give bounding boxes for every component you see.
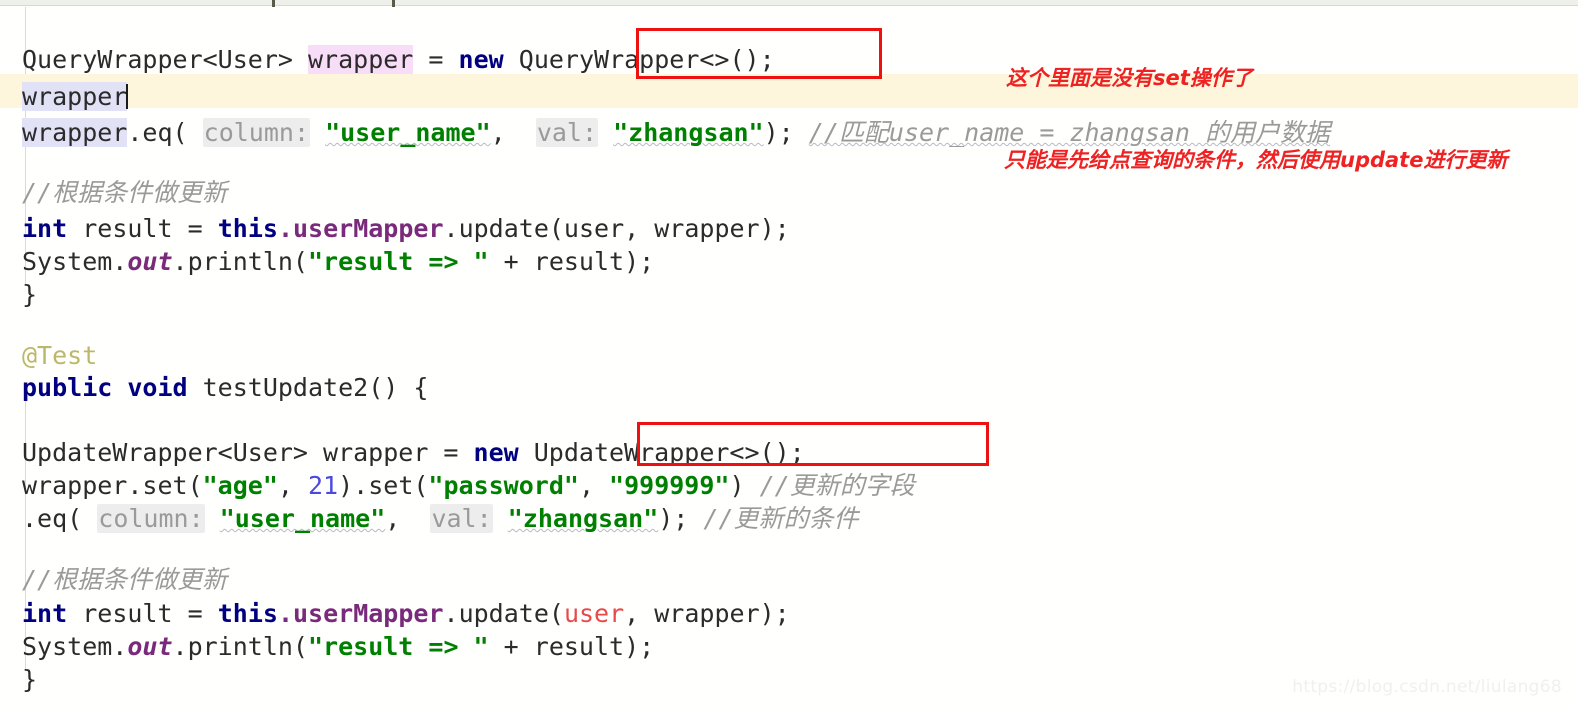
b1-l3-method: .eq( — [127, 118, 188, 147]
b2-l6-tail: + result); — [488, 632, 655, 661]
b2-l5-var: result — [82, 599, 173, 628]
code-line-b2-6[interactable]: System.out.println("result => " + result… — [0, 630, 1578, 663]
b2-l1-new-keyword: new — [473, 438, 519, 467]
b1-l4-comment: //根据条件做更新 — [22, 178, 228, 207]
b2-l2-str2: "password" — [428, 471, 579, 500]
b2-l3-comment: //更新的条件 — [703, 504, 859, 533]
b2-l6-pre: System. — [22, 632, 128, 661]
b2-l1-type: UpdateWrapper<User> wrapper = — [22, 438, 474, 467]
b2-l6-out: out — [127, 632, 173, 661]
b1-l5-eq: = — [187, 214, 203, 243]
b1-l3-comment: //匹配user_name = zhangsan 的用户数据 — [808, 118, 1330, 147]
b2-l5-call-rest: , wrapper); — [624, 599, 790, 628]
b1-l1-tail: (); — [729, 45, 775, 74]
code-line-b2-5[interactable]: int result = this.userMapper.update(user… — [0, 597, 1578, 630]
b1-l3-receiver: wrapper — [22, 118, 128, 147]
b1-l3-arg1: "user_name" — [325, 118, 491, 147]
editor-top-tick-2 — [392, 0, 395, 7]
annotation-note-2: 只能是先给点查询的条件，然后使用update进行更新 — [1004, 148, 1508, 172]
b1-l5-field: .userMapper — [277, 214, 444, 243]
code-line-b1-5[interactable]: int result = this.userMapper.update(user… — [0, 212, 1578, 245]
b2-l5-error-arg: user — [563, 599, 625, 628]
b2-l6-str: "result => " — [307, 632, 489, 661]
b2-l2-tail: ) — [729, 471, 745, 500]
b2-l3-sep: , — [385, 504, 401, 533]
code-screenshot: QueryWrapper<User> wrapper = new QueryWr… — [0, 0, 1578, 709]
b2-l3-tail: ); — [658, 504, 689, 533]
b2-l5-int: int — [22, 599, 68, 628]
code-line-b1-2[interactable]: wrapper — [0, 80, 1578, 113]
b2-l2-str3: "999999" — [609, 471, 730, 500]
code-line-b1-7[interactable]: } — [0, 278, 1578, 311]
code-line-b2-4[interactable]: //根据条件做更新 — [0, 563, 1578, 596]
b2-method-name: testUpdate2() { — [187, 373, 429, 402]
code-line-b2-annotation[interactable]: @Test — [0, 339, 1578, 372]
b1-l1-var: wrapper — [308, 45, 414, 74]
code-line-b1-4[interactable]: //根据条件做更新 — [0, 176, 1578, 209]
b2-l2-mid: ).set( — [338, 471, 429, 500]
code-line-b2-3[interactable]: .eq( column: "user_name", val: "zhangsan… — [0, 502, 1578, 535]
code-line-b1-6[interactable]: System.out.println("result => " + result… — [0, 245, 1578, 278]
b2-l2-comment: //更新的字段 — [759, 471, 915, 500]
b1-l6-call: .println( — [172, 247, 308, 276]
b1-l5-int: int — [22, 214, 68, 243]
csdn-watermark: https://blog.csdn.net/liulang68 — [1292, 677, 1562, 697]
param-hint-val-2: val: — [430, 504, 493, 533]
b2-l2-receiver: wrapper.set( — [22, 471, 203, 500]
b2-l5-field: .userMapper — [277, 599, 444, 628]
b1-l3-tail: ); — [763, 118, 794, 147]
b2-l5-call-open: .update( — [443, 599, 564, 628]
param-hint-val: val: — [535, 118, 599, 147]
b1-l1-eq: = — [428, 45, 444, 74]
text-caret — [126, 84, 129, 109]
b1-l3-arg2: "zhangsan" — [613, 118, 764, 147]
code-line-b1-1[interactable]: QueryWrapper<User> wrapper = new QueryWr… — [0, 43, 1578, 76]
b2-l3-arg1: "user_name" — [219, 504, 386, 533]
b1-l6-str: "result => " — [307, 247, 489, 276]
b1-l6-out: out — [127, 247, 173, 276]
code-area[interactable]: QueryWrapper<User> wrapper = new QueryWr… — [0, 7, 1578, 709]
b2-l5-eq: = — [187, 599, 203, 628]
b1-l3-sep: , — [490, 118, 506, 147]
b2-l4-comment: //根据条件做更新 — [22, 565, 228, 594]
annotation-note-1: 这个里面是没有set操作了 — [1006, 66, 1253, 90]
b2-l1-ctor: UpdateWrapper<>(); — [518, 438, 805, 467]
b2-l5-this: this — [217, 599, 278, 628]
b1-l1-type: QueryWrapper<User> — [22, 45, 293, 74]
code-line-b2-2[interactable]: wrapper.set("age", 21).set("password", "… — [0, 469, 1578, 502]
b2-modifiers: public void — [22, 373, 188, 402]
b1-l5-var: result — [82, 214, 173, 243]
b2-l6-call: .println( — [172, 632, 308, 661]
b2-l3-arg2: "zhangsan" — [507, 504, 659, 533]
b1-l1-new-keyword: new — [458, 45, 504, 74]
b2-l2-num: 21 — [308, 471, 339, 500]
param-hint-column: column: — [202, 118, 310, 147]
b2-l7-brace: } — [22, 665, 38, 694]
b2-l3-method: .eq( — [22, 504, 83, 533]
b1-l5-call: .update(user, wrapper); — [443, 214, 790, 243]
b1-l6-pre: System. — [22, 247, 128, 276]
b1-l1-ctor: QueryWrapper<> — [518, 45, 730, 74]
b1-l5-this: this — [217, 214, 278, 243]
editor-top-tick-1 — [272, 0, 275, 7]
b2-l2-str1: "age" — [202, 471, 278, 500]
b2-test-annotation: @Test — [22, 341, 98, 370]
b1-l7-brace: } — [22, 280, 38, 309]
code-line-b2-1[interactable]: UpdateWrapper<User> wrapper = new Update… — [0, 436, 1578, 469]
b1-l2-wrapper: wrapper — [22, 82, 128, 111]
editor-top-strip — [0, 0, 1578, 6]
b2-l2-sep2: , — [578, 471, 610, 500]
b2-l2-sep1: , — [277, 471, 308, 500]
param-hint-column-2: column: — [97, 504, 205, 533]
b1-l6-tail: + result); — [488, 247, 655, 276]
code-line-b2-signature[interactable]: public void testUpdate2() { — [0, 371, 1578, 404]
